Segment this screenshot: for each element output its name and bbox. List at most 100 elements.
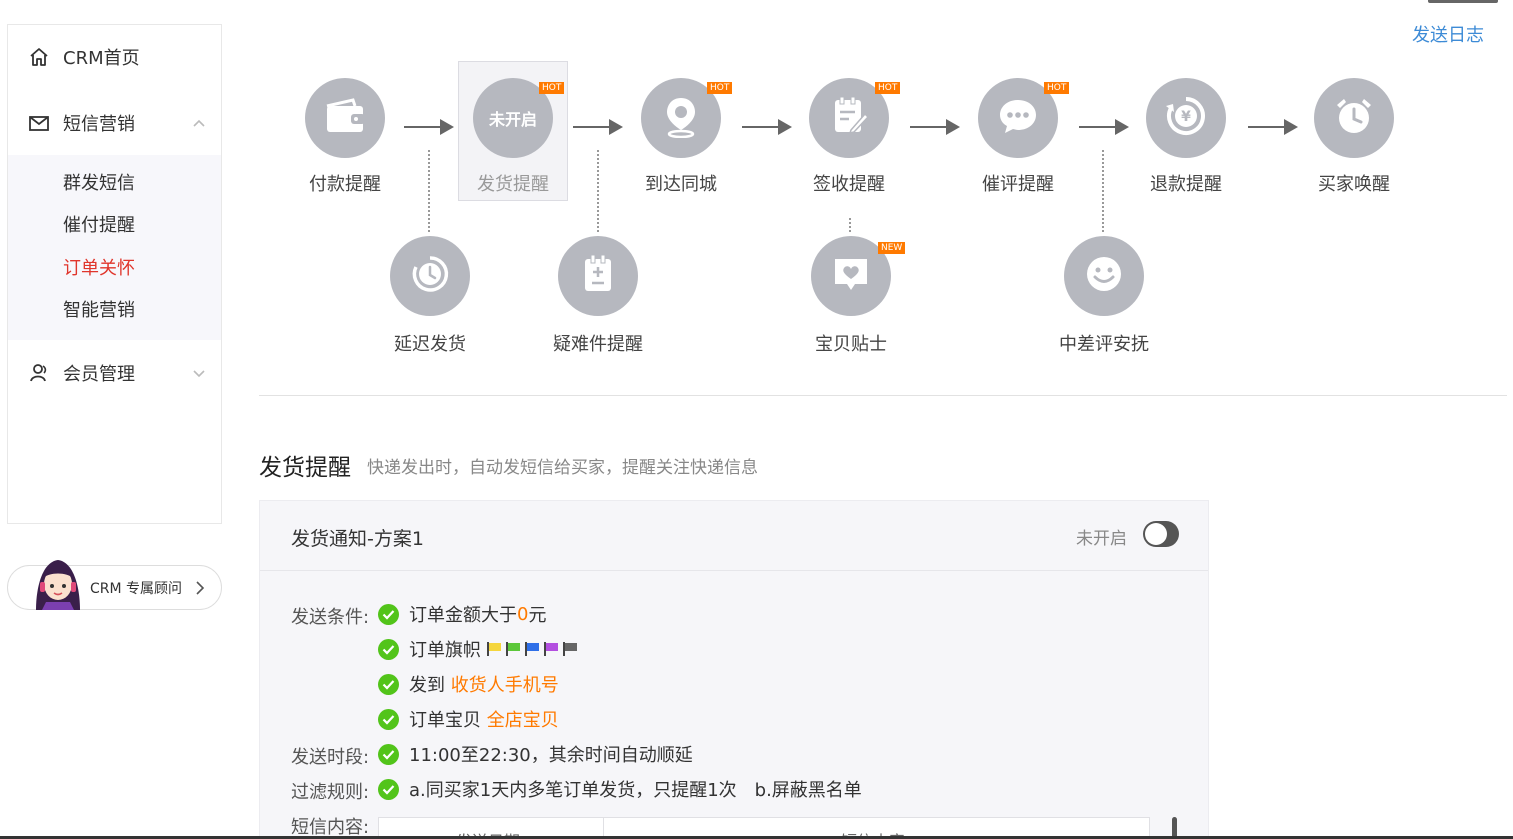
section-description: 快递发出时，自动发短信给买家，提醒关注快递信息 <box>367 458 758 478</box>
send-time-value: 11:00至22:30，其余时间自动顺延 <box>409 745 693 766</box>
advisor-label: CRM 专属顾问 <box>90 581 183 597</box>
user-icon <box>28 362 50 384</box>
new-badge: NEW <box>878 242 906 254</box>
flow-label-refund: 退款提醒 <box>1150 174 1222 195</box>
condition-recipient: 发到 收货人手机号 <box>378 671 559 697</box>
crm-advisor-button[interactable]: CRM 专属顾问 <box>7 560 222 610</box>
flow-arrow <box>1079 126 1115 128</box>
flow-arrow-head <box>1284 119 1298 135</box>
clock-icon <box>408 252 452 300</box>
check-icon <box>378 778 399 800</box>
flow-arrow-head <box>440 119 454 135</box>
sidebar-item-sms-marketing[interactable]: 短信营销 <box>8 103 221 143</box>
sidebar-item-mass-sms[interactable]: 群发短信 <box>63 171 135 197</box>
plan-title: 发货通知-方案1 <box>291 528 424 550</box>
sms-submenu: 群发短信 催付提醒 订单关怀 智能营销 <box>8 155 221 340</box>
advisor-avatar <box>26 548 90 610</box>
sidebar-item-payment-reminder[interactable]: 催付提醒 <box>63 213 135 239</box>
sidebar-item-smart-marketing[interactable]: 智能营销 <box>63 298 135 324</box>
section-title: 发货提醒 <box>259 455 351 481</box>
send-time: 11:00至22:30，其余时间自动顺延 <box>378 741 693 767</box>
sidebar: CRM首页 短信营销 群发短信 催付提醒 订单关怀 智能营销 会员管理 <box>7 24 222 524</box>
condition-text: 订单旗帜 <box>409 640 481 661</box>
hot-badge: HOT <box>1044 82 1070 94</box>
mail-icon <box>28 112 50 134</box>
topbar-indicator <box>1428 0 1498 3</box>
flow-arrow-head <box>946 119 960 135</box>
flag-icon[interactable] <box>543 642 559 656</box>
sidebar-item-label: 会员管理 <box>63 364 135 385</box>
refund-icon: ¥ <box>1164 94 1208 142</box>
clipboard-icon <box>578 252 618 300</box>
sidebar-item-order-care[interactable]: 订单关怀 <box>63 256 135 282</box>
node-status-text: 未开启 <box>488 110 537 129</box>
flag-icon[interactable] <box>505 642 521 656</box>
filter-rules: a.同买家1天内多笔订单发货，只提醒1次 b.屏蔽黑名单 <box>378 776 862 802</box>
flow-label-review-reminder: 催评提醒 <box>982 174 1054 195</box>
flag-list[interactable] <box>483 642 578 656</box>
hot-badge: HOT <box>875 82 901 94</box>
hot-badge: HOT <box>539 82 565 94</box>
flow-node-delay-shipping[interactable] <box>390 236 470 316</box>
plan-card-header: 发货通知-方案1 未开启 <box>260 501 1208 571</box>
check-icon <box>378 673 399 695</box>
send-conditions-label: 发送条件: <box>291 607 370 628</box>
check-icon <box>378 743 399 765</box>
condition-value[interactable]: 0 <box>517 604 528 625</box>
condition-text: 订单金额大于 <box>409 605 517 626</box>
flow-dotted-connector <box>428 150 430 232</box>
flow-dotted-connector <box>597 150 599 232</box>
flow-label-item-tips: 宝贝贴士 <box>815 334 887 355</box>
svg-text:¥: ¥ <box>1181 109 1191 125</box>
plan-card: 发货通知-方案1 未开启 发送条件: 订单金额大于 0 元 订单旗帜 发到 收货人手… <box>259 500 1209 839</box>
sidebar-item-label: 短信营销 <box>63 114 135 135</box>
send-time-label: 发送时段: <box>291 747 370 768</box>
flow-label-delay-shipping: 延迟发货 <box>394 334 466 355</box>
filter-rule-a: a.同买家1天内多笔订单发货，只提醒1次 <box>409 780 737 801</box>
alarm-icon <box>1332 94 1376 142</box>
flow-node-payment[interactable] <box>305 78 385 158</box>
condition-value[interactable]: 全店宝贝 <box>487 706 559 732</box>
flow-label-payment: 付款提醒 <box>309 174 381 195</box>
condition-unit: 元 <box>528 605 547 626</box>
flow-dotted-connector <box>849 218 851 232</box>
flow-arrow-head <box>778 119 792 135</box>
flow-label-buyer-wakeup: 买家唤醒 <box>1318 174 1390 195</box>
condition-text: 发到 <box>409 675 445 696</box>
flow-node-negative-review-comfort[interactable] <box>1064 236 1144 316</box>
sidebar-item-crm-home[interactable]: CRM首页 <box>8 37 221 77</box>
flow-arrow <box>742 126 778 128</box>
flow-arrow <box>910 126 946 128</box>
send-log-link[interactable]: 发送日志 <box>1412 21 1484 47</box>
chat-icon <box>996 96 1040 140</box>
flow-label-negative-review-comfort: 中差评安抚 <box>1059 334 1149 355</box>
flow-arrow-head <box>609 119 623 135</box>
enable-toggle[interactable] <box>1143 521 1179 547</box>
toggle-knob <box>1145 523 1167 545</box>
flag-icon[interactable] <box>562 642 578 656</box>
flow-node-refund[interactable]: ¥ <box>1146 78 1226 158</box>
check-icon <box>378 603 399 625</box>
flow-dotted-connector <box>1102 150 1104 232</box>
check-icon <box>378 708 399 730</box>
chevron-down-icon <box>191 365 207 381</box>
sidebar-item-label: CRM首页 <box>63 48 140 69</box>
flow-node-difficult-parcel[interactable] <box>558 236 638 316</box>
toggle-status-label: 未开启 <box>1076 529 1127 549</box>
heart-message-icon <box>829 252 873 300</box>
flow-node-buyer-wakeup[interactable] <box>1314 78 1394 158</box>
section-divider <box>259 395 1507 396</box>
condition-value[interactable]: 收货人手机号 <box>451 671 559 697</box>
flag-icon[interactable] <box>486 642 502 656</box>
check-icon <box>378 638 399 660</box>
flag-icon[interactable] <box>524 642 540 656</box>
flow-label-sign: 签收提醒 <box>813 174 885 195</box>
sidebar-item-member-management[interactable]: 会员管理 <box>8 353 221 393</box>
smile-icon <box>1082 252 1126 300</box>
chevron-up-icon <box>191 115 207 131</box>
condition-flags: 订单旗帜 <box>378 636 578 662</box>
flow-arrow <box>573 126 609 128</box>
filter-rules-label: 过滤规则: <box>291 782 370 803</box>
location-icon <box>661 94 701 142</box>
condition-items: 订单宝贝 全店宝贝 <box>378 706 559 732</box>
